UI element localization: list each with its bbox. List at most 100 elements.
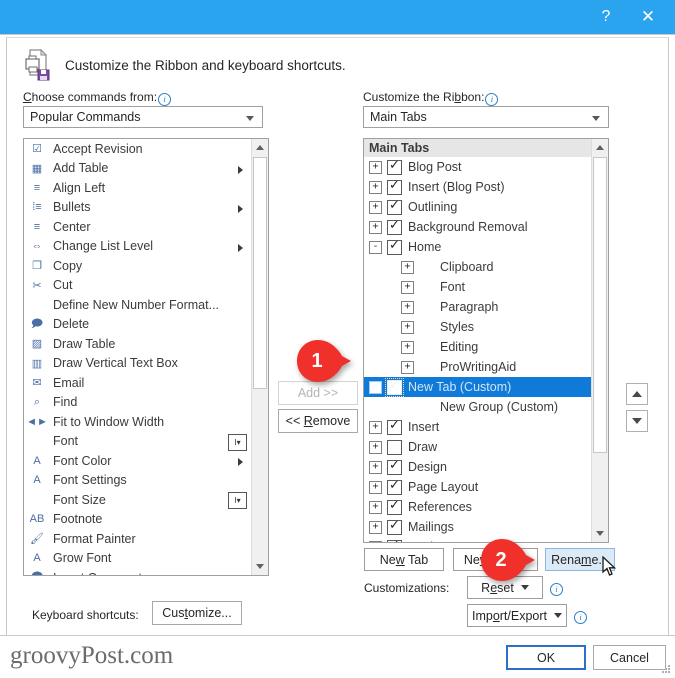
tree-checkbox[interactable]: ✓: [387, 178, 402, 195]
command-list-item[interactable]: ≡ Align Left: [24, 178, 251, 198]
command-list-item[interactable]: ❐ Copy: [24, 256, 251, 276]
tree-row[interactable]: + ✓ Design: [364, 457, 591, 477]
move-down-button[interactable]: [626, 410, 648, 432]
tree-checkbox[interactable]: ✓: [387, 198, 402, 215]
tree-row[interactable]: + Draw: [364, 437, 591, 457]
commands-scrollbar[interactable]: [251, 139, 268, 575]
command-list-item[interactable]: ▦ Add Table: [24, 159, 251, 179]
command-list-item[interactable]: ▨ Draw Table: [24, 334, 251, 354]
tree-row[interactable]: + ✓ Insert (Blog Post): [364, 177, 591, 197]
tree-row[interactable]: + ✓ References: [364, 497, 591, 517]
command-list-item[interactable]: ✉ Email: [24, 373, 251, 393]
command-list-item[interactable]: ▥ Draw Vertical Text Box: [24, 354, 251, 374]
commands-list[interactable]: ☑ Accept Revision ▦ Add Table ≡ Align Left ⁞≡ B…: [24, 139, 251, 575]
expand-icon[interactable]: +: [401, 260, 414, 274]
command-list-item[interactable]: Define New Number Format...: [24, 295, 251, 315]
move-up-button[interactable]: [626, 383, 648, 405]
tree-checkbox[interactable]: ✓: [387, 418, 402, 435]
tree-row[interactable]: + ✓ Mailings: [364, 517, 591, 537]
command-list-item[interactable]: ⇔ Change List Level: [24, 237, 251, 257]
command-list-item[interactable]: Font Size I▾: [24, 490, 251, 510]
expand-icon[interactable]: +: [401, 320, 414, 334]
tree-checkbox[interactable]: ✓: [385, 377, 404, 397]
expand-icon[interactable]: +: [369, 220, 382, 234]
command-list-item[interactable]: ≡ Center: [24, 217, 251, 237]
remove-button[interactable]: << Remove: [278, 409, 358, 433]
tree-row[interactable]: + ✓ Background Removal: [364, 217, 591, 237]
scroll-down-button[interactable]: [252, 558, 268, 575]
add-button[interactable]: Add >>: [278, 381, 358, 405]
info-icon[interactable]: i: [574, 611, 587, 624]
tree-checkbox[interactable]: ✓: [387, 498, 402, 515]
expand-icon[interactable]: +: [369, 420, 382, 434]
tree-row[interactable]: New Group (Custom): [364, 397, 591, 417]
scroll-up-button[interactable]: [252, 139, 268, 156]
command-list-item[interactable]: ⁞≡ Bullets: [24, 198, 251, 218]
collapse-icon[interactable]: -: [369, 380, 382, 394]
info-icon[interactable]: i: [485, 93, 499, 106]
expand-icon[interactable]: +: [369, 540, 382, 542]
command-list-item[interactable]: 🖌 Format Painter: [24, 529, 251, 549]
tree-checkbox[interactable]: ✓: [387, 218, 402, 235]
tree-checkbox[interactable]: ✓: [387, 518, 402, 535]
choose-commands-dropdown[interactable]: Popular Commands: [23, 106, 263, 128]
customize-ribbon-dropdown[interactable]: Main Tabs: [363, 106, 609, 128]
expand-icon[interactable]: +: [369, 480, 382, 494]
expand-icon[interactable]: +: [401, 360, 414, 374]
keyboard-customize-button[interactable]: Customize...: [152, 601, 242, 625]
commands-listbox[interactable]: ☑ Accept Revision ▦ Add Table ≡ Align Left ⁞≡ B…: [23, 138, 269, 576]
tree-row[interactable]: + ProWritingAid: [364, 357, 591, 377]
expand-icon[interactable]: +: [369, 200, 382, 214]
command-list-item[interactable]: ⌕ Find: [24, 393, 251, 413]
tree-checkbox[interactable]: ✓: [387, 538, 402, 542]
command-list-item[interactable]: A Font Settings: [24, 471, 251, 491]
tree-row[interactable]: + ✓ Insert: [364, 417, 591, 437]
expand-icon[interactable]: +: [369, 440, 382, 454]
tree-checkbox[interactable]: [387, 439, 402, 455]
info-icon[interactable]: i: [550, 583, 563, 596]
command-list-item[interactable]: A Font Color: [24, 451, 251, 471]
collapse-icon[interactable]: -: [369, 240, 382, 254]
expand-icon[interactable]: +: [401, 280, 414, 294]
tree-row-selected[interactable]: - ✓ New Tab (Custom): [364, 377, 591, 397]
scroll-down-button[interactable]: [592, 525, 608, 542]
tree-row[interactable]: + ✓ Page Layout: [364, 477, 591, 497]
tree-checkbox[interactable]: ✓: [387, 238, 402, 255]
import-export-button[interactable]: Import/Export: [467, 604, 567, 627]
command-list-item[interactable]: ☑ Accept Revision: [24, 139, 251, 159]
resize-grip[interactable]: [660, 663, 672, 675]
close-button[interactable]: ✕: [631, 0, 665, 34]
command-list-item[interactable]: 🗩 Insert Comment: [24, 568, 251, 575]
tree-checkbox[interactable]: ✓: [387, 458, 402, 475]
command-list-item[interactable]: AB Footnote: [24, 510, 251, 530]
info-icon[interactable]: i: [158, 93, 172, 106]
ribbon-tree[interactable]: + ✓ Blog Post + ✓ Insert (Blog Post) + ✓ Outlini…: [364, 157, 591, 542]
tree-row[interactable]: + ✓ Blog Post: [364, 157, 591, 177]
tree-row[interactable]: + ✓ Review: [364, 537, 591, 542]
tree-row[interactable]: + Styles: [364, 317, 591, 337]
tree-row[interactable]: - ✓ Home: [364, 237, 591, 257]
tree-checkbox[interactable]: ✓: [387, 158, 402, 175]
ribbon-tree-listbox[interactable]: Main Tabs + ✓ Blog Post + ✓ Insert (Blog Post…: [363, 138, 609, 543]
expand-icon[interactable]: +: [401, 300, 414, 314]
new-tab-button[interactable]: New Tab: [364, 548, 444, 571]
command-list-item[interactable]: ◄► Fit to Window Width: [24, 412, 251, 432]
scroll-thumb[interactable]: [253, 157, 267, 389]
scroll-thumb[interactable]: [593, 157, 607, 453]
help-button[interactable]: ?: [589, 0, 623, 34]
expand-icon[interactable]: +: [369, 500, 382, 514]
expand-icon[interactable]: +: [369, 460, 382, 474]
expand-icon[interactable]: +: [369, 160, 382, 174]
tree-row[interactable]: + Clipboard: [364, 257, 591, 277]
command-list-item[interactable]: 🗩 Delete: [24, 315, 251, 335]
ok-button[interactable]: OK: [506, 645, 586, 670]
tree-checkbox[interactable]: ✓: [387, 478, 402, 495]
command-list-item[interactable]: ✂ Cut: [24, 276, 251, 296]
ribbon-tree-scrollbar[interactable]: [591, 139, 608, 542]
expand-icon[interactable]: +: [401, 340, 414, 354]
expand-icon[interactable]: +: [369, 520, 382, 534]
command-list-item[interactable]: A Grow Font: [24, 549, 251, 569]
command-list-item[interactable]: Font I▾: [24, 432, 251, 452]
tree-row[interactable]: + Editing: [364, 337, 591, 357]
tree-row[interactable]: + Paragraph: [364, 297, 591, 317]
